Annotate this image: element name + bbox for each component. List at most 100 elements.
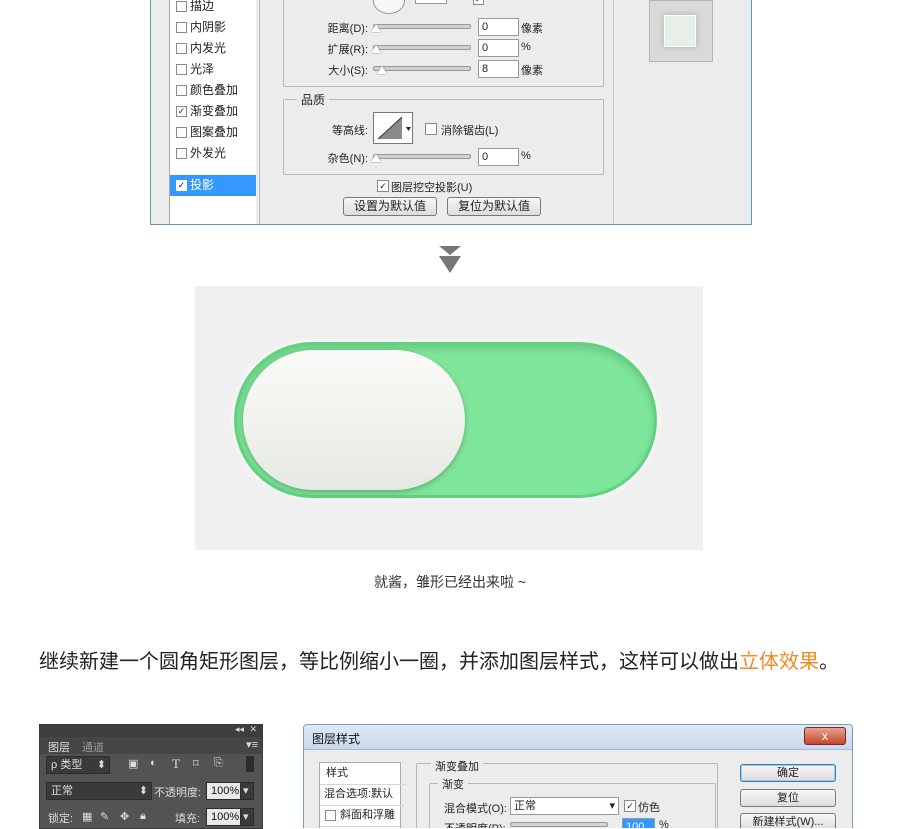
- style-item-stroke[interactable]: 描边: [170, 0, 257, 17]
- checkbox[interactable]: [176, 64, 187, 75]
- checkbox-checked[interactable]: ✓: [176, 180, 187, 191]
- style-item-color-overlay[interactable]: 颜色叠加: [170, 80, 257, 101]
- angle-input[interactable]: [415, 0, 447, 4]
- checkbox-checked[interactable]: ✓: [176, 106, 187, 117]
- style-item-inner-glow[interactable]: 内发光: [170, 38, 257, 59]
- panel-tabs: 图层 通道 ▾≡: [40, 737, 262, 754]
- checkbox[interactable]: [176, 148, 187, 159]
- blend-mode-select[interactable]: 正常 ⬍: [46, 782, 152, 800]
- style-item-outer-glow[interactable]: 外发光: [170, 143, 257, 164]
- style-item-satin[interactable]: 光泽: [170, 59, 257, 80]
- distance-slider[interactable]: [373, 24, 471, 29]
- slider-thumb[interactable]: [377, 66, 387, 74]
- style-list: 样式 混合选项:默认 斜面和浮雕: [319, 762, 406, 828]
- noise-unit: %: [521, 150, 531, 162]
- lock-label: 锁定:: [48, 813, 74, 825]
- updown-icon: ⬍: [138, 785, 148, 797]
- filter-toggle[interactable]: [246, 756, 254, 772]
- preview-swatch: [664, 15, 696, 47]
- size-slider[interactable]: [373, 66, 471, 71]
- knockout-checkbox[interactable]: ✓: [377, 180, 389, 192]
- opacity-slider[interactable]: [510, 822, 608, 827]
- spread-slider[interactable]: [373, 45, 471, 50]
- noise-slider[interactable]: [373, 154, 471, 159]
- shape-filter-icon[interactable]: ⌑: [193, 757, 199, 770]
- global-light-checkbox[interactable]: ✓: [473, 0, 484, 5]
- blend-row: 正常 ⬍ 不透明度: 100% ▾: [40, 782, 262, 806]
- ok-button[interactable]: 确定: [740, 764, 836, 782]
- contour-picker[interactable]: [373, 112, 413, 144]
- blend-mode-value: 正常: [514, 800, 536, 812]
- size-label: 大小(S):: [328, 65, 368, 77]
- checkbox[interactable]: [176, 127, 187, 138]
- lock-row: 锁定: ▦ ✎ ✥ 🔒︎ 填充: 100% ▾: [40, 808, 262, 828]
- panel-topbar: ◂◂ ✕: [40, 725, 262, 737]
- checkbox[interactable]: [325, 810, 336, 821]
- lock-position-icon[interactable]: ✥: [120, 810, 129, 823]
- checkbox[interactable]: [176, 43, 187, 54]
- bevel-emboss-item[interactable]: 斜面和浮雕: [320, 805, 400, 827]
- checkbox[interactable]: [176, 1, 187, 12]
- fill-dropdown-icon[interactable]: ▾: [240, 808, 254, 826]
- panel-menu-icon[interactable]: ▾≡: [246, 738, 258, 751]
- panel-divider: [613, 0, 614, 224]
- noise-input[interactable]: 0: [478, 148, 519, 166]
- distance-input[interactable]: 0: [478, 18, 519, 36]
- bevel-emboss-label: 斜面和浮雕: [340, 809, 395, 821]
- layer-style-dialog-top: 描边 内阴影 内发光 光泽 颜色叠加 ✓ 渐变叠加 图案叠加 外发光 ✓ 投影 …: [150, 0, 752, 225]
- updown-icon: ⬍: [96, 759, 106, 771]
- slider-thumb[interactable]: [371, 154, 381, 162]
- smart-object-filter-icon[interactable]: ⎘: [214, 757, 223, 770]
- toggle-knob: [243, 350, 465, 490]
- collapse-icon[interactable]: ◂◂: [235, 725, 244, 735]
- lock-pixels-icon[interactable]: ✎: [100, 810, 109, 823]
- noise-label: 杂色(N):: [327, 153, 368, 165]
- style-item-gradient-overlay[interactable]: ✓ 渐变叠加: [170, 101, 257, 122]
- slider-thumb[interactable]: [371, 45, 381, 53]
- size-input[interactable]: 8: [478, 60, 519, 78]
- fill-input[interactable]: 100%: [206, 808, 242, 826]
- reset-default-button[interactable]: 复位为默认值: [447, 197, 541, 216]
- adjustment-filter-icon[interactable]: ◐: [150, 757, 157, 769]
- tab-channels[interactable]: 通道: [82, 739, 104, 755]
- filter-row: ρ 类型 ⬍ ▣ ◐ T ⌑ ⎘: [40, 756, 262, 780]
- paragraph-end: 。: [819, 651, 839, 673]
- image-filter-icon[interactable]: ▣: [128, 757, 138, 770]
- reset-button[interactable]: 复位: [740, 789, 836, 807]
- style-item-drop-shadow[interactable]: ✓ 投影: [170, 175, 257, 196]
- lock-all-icon[interactable]: 🔒︎: [140, 810, 146, 823]
- slider-thumb[interactable]: [371, 24, 381, 32]
- quality-title: 品质: [297, 91, 330, 108]
- antialias-label: 消除锯齿(L): [441, 125, 499, 137]
- blend-options-item[interactable]: 混合选项:默认: [320, 784, 404, 806]
- lock-transparent-icon[interactable]: ▦: [82, 810, 92, 823]
- preview-box: [649, 0, 713, 62]
- instruction-paragraph: 继续新建一个圆角矩形图层，等比例缩小一圈，并添加图层样式，这样可以做出立体效果。: [39, 648, 869, 676]
- filter-type-label: ρ 类型: [51, 759, 83, 771]
- checkbox[interactable]: [176, 22, 187, 33]
- close-icon[interactable]: x: [804, 727, 846, 745]
- contour-curve-icon: [377, 116, 411, 140]
- opacity-label: 不透明度:: [154, 787, 202, 799]
- style-item-pattern-overlay[interactable]: 图案叠加: [170, 122, 257, 143]
- down-arrow-icon: [439, 246, 461, 279]
- filter-type-select[interactable]: ρ 类型 ⬍: [46, 756, 110, 774]
- spread-label: 扩展(R):: [327, 44, 368, 56]
- blend-mode-label: 混合模式(O):: [444, 803, 507, 815]
- dither-label: 仿色: [638, 802, 660, 814]
- style-item-inner-shadow[interactable]: 内阴影: [170, 17, 257, 38]
- spread-input[interactable]: 0: [478, 39, 519, 57]
- set-default-button[interactable]: 设置为默认值: [343, 197, 437, 216]
- opacity-input[interactable]: 100%: [206, 782, 242, 800]
- layers-panel: ◂◂ ✕ 图层 通道 ▾≡ ρ 类型 ⬍ ▣ ◐ T ⌑ ⎘ 正常 ⬍ 不透明度:…: [39, 724, 263, 829]
- dither-checkbox[interactable]: ✓: [624, 800, 636, 812]
- style-list-header[interactable]: 样式: [320, 763, 406, 785]
- checkbox[interactable]: [176, 85, 187, 96]
- new-style-button[interactable]: 新建样式(W)...: [740, 813, 836, 828]
- close-icon[interactable]: ✕: [249, 725, 257, 735]
- antialias-checkbox[interactable]: [425, 123, 437, 135]
- type-filter-icon[interactable]: T: [172, 756, 180, 772]
- tab-layers[interactable]: 图层: [48, 739, 70, 755]
- blend-mode-select[interactable]: 正常 ▾: [510, 797, 619, 815]
- opacity-dropdown-icon[interactable]: ▾: [240, 782, 254, 800]
